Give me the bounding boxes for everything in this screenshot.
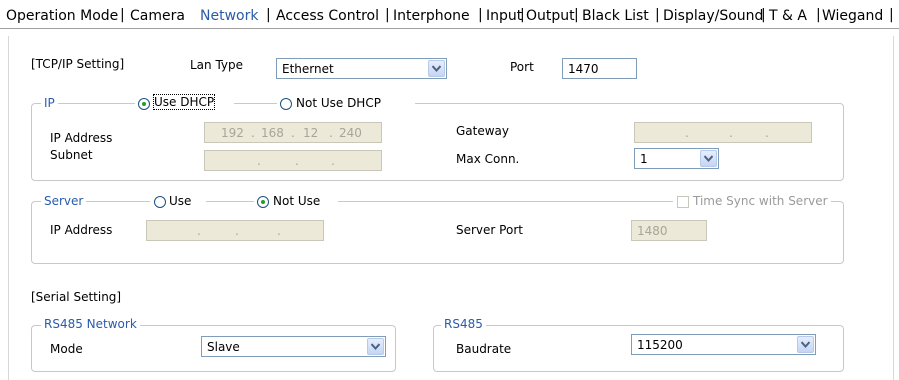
gateway-field[interactable]: . . .	[634, 122, 812, 143]
server-ip-address-field[interactable]: . . .	[146, 220, 324, 241]
time-sync-label: Time Sync with Server	[693, 194, 828, 208]
ip-octet: 240	[339, 126, 362, 140]
tab-interphone[interactable]: Interphone	[393, 8, 470, 24]
tab-separator: |	[478, 7, 483, 23]
tab-separator: |	[520, 7, 525, 23]
chevron-down-icon[interactable]	[797, 336, 814, 353]
ip-dot: .	[331, 154, 335, 168]
ip-address-label: IP Address	[50, 131, 113, 145]
radio-selected-dot	[261, 200, 265, 204]
ip-dot: .	[277, 224, 281, 238]
ip-dot: .	[197, 224, 201, 238]
serial-setting-title: [Serial Setting]	[31, 290, 122, 304]
rs485-legend: RS485	[441, 317, 486, 331]
chevron-down-icon[interactable]	[367, 338, 384, 355]
ip-dot: .	[235, 224, 239, 238]
tab-access-control[interactable]: Access Control	[276, 8, 379, 24]
chevron-down-icon[interactable]	[700, 150, 717, 167]
ip-dot: .	[251, 126, 255, 140]
lan-type-select[interactable]: Ethernet	[276, 58, 447, 79]
mode-select[interactable]: Slave	[201, 336, 386, 357]
ip-dot: .	[257, 154, 261, 168]
mode-value: Slave	[207, 340, 240, 354]
tcpip-setting-title: [TCP/IP Setting]	[31, 57, 125, 71]
server-port-input[interactable]: 1480	[631, 220, 707, 241]
ip-dot: .	[685, 126, 689, 140]
tab-separator: |	[889, 7, 894, 23]
lan-type-label: Lan Type	[190, 58, 244, 72]
tab-output[interactable]: Output	[526, 8, 575, 24]
tab-bar: Operation Mode | Camera Network | Access…	[0, 0, 899, 28]
tab-separator: |	[120, 7, 125, 23]
baudrate-label: Baudrate	[456, 342, 512, 356]
ip-dot: .	[329, 126, 333, 140]
port-input[interactable]: 1470	[562, 58, 637, 79]
tab-input[interactable]: Input	[486, 8, 522, 24]
ip-octet: 192	[221, 126, 244, 140]
tab-separator: |	[266, 7, 271, 23]
subnet-label: Subnet	[50, 148, 93, 162]
baudrate-value: 115200	[637, 338, 683, 352]
server-not-use-label[interactable]: Not Use	[273, 194, 320, 208]
server-port-label: Server Port	[456, 223, 523, 237]
network-settings-panel: [TCP/IP Setting] Lan Type Ethernet Port …	[8, 36, 894, 380]
tab-underline	[0, 28, 899, 29]
server-use-label[interactable]: Use	[169, 194, 191, 208]
server-port-value: 1480	[637, 224, 668, 238]
baudrate-select[interactable]: 115200	[631, 334, 816, 355]
tab-black-list[interactable]: Black List	[582, 8, 649, 24]
tab-camera[interactable]: Camera	[130, 8, 185, 24]
time-sync-checkbox[interactable]	[677, 196, 689, 208]
server-group-legend: Server	[41, 194, 87, 208]
ip-dot: .	[765, 126, 769, 140]
rs485-network-legend: RS485 Network	[41, 317, 140, 331]
tab-separator: |	[761, 7, 766, 23]
tab-operation-mode[interactable]: Operation Mode	[6, 8, 118, 24]
tab-separator: |	[574, 7, 579, 23]
port-label: Port	[510, 60, 534, 74]
tab-t-and-a[interactable]: T & A	[769, 8, 807, 24]
server-ip-address-label: IP Address	[50, 223, 113, 237]
server-not-use-radio[interactable]	[257, 196, 269, 208]
radio-selected-dot	[142, 102, 146, 106]
max-conn-label: Max Conn.	[456, 152, 520, 166]
max-conn-select[interactable]: 1	[634, 148, 719, 169]
mode-label: Mode	[50, 342, 83, 356]
ip-octet: 168	[261, 126, 284, 140]
use-dhcp-label[interactable]: Use DHCP	[152, 94, 216, 110]
ip-dot: .	[291, 126, 295, 140]
server-use-radio[interactable]	[154, 196, 166, 208]
tab-display-sound[interactable]: Display/Sound	[663, 8, 763, 24]
port-value: 1470	[568, 62, 599, 76]
tab-separator: |	[816, 7, 821, 23]
tab-separator: |	[385, 7, 390, 23]
gateway-label: Gateway	[456, 124, 510, 138]
tab-separator: |	[655, 7, 660, 23]
lan-type-value: Ethernet	[282, 62, 334, 76]
ip-group-legend: IP	[41, 96, 58, 110]
tab-network[interactable]: Network	[200, 8, 258, 24]
use-dhcp-radio[interactable]	[138, 98, 150, 110]
tab-wiegand[interactable]: Wiegand	[822, 8, 883, 24]
max-conn-value: 1	[640, 152, 648, 166]
ip-octet: 12	[303, 126, 319, 140]
not-use-dhcp-radio[interactable]	[280, 98, 292, 110]
chevron-down-icon[interactable]	[428, 60, 445, 77]
ip-dot: .	[295, 154, 299, 168]
ip-address-field[interactable]: 192 . 168 . 12 . 240	[204, 122, 382, 143]
not-use-dhcp-label[interactable]: Not Use DHCP	[296, 96, 381, 110]
subnet-field[interactable]: . . .	[204, 150, 382, 171]
ip-dot: .	[729, 126, 733, 140]
